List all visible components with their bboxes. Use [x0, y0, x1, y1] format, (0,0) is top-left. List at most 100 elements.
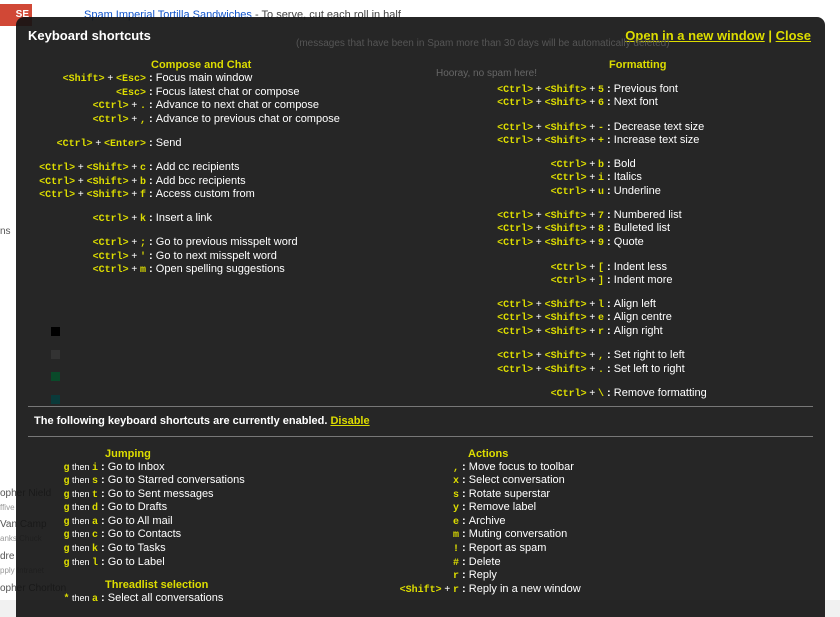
- key-label: <Ctrl>: [550, 187, 587, 198]
- key-label: <Ctrl>: [39, 177, 76, 188]
- key-label: <Ctrl>: [497, 224, 534, 235]
- shortcut-description: Numbered list: [613, 209, 682, 221]
- shortcut-description: Go to Tasks: [107, 542, 166, 554]
- colon: :: [459, 556, 469, 568]
- shortcut-row: g then i : Go to Inbox: [16, 461, 164, 475]
- key-label: <Ctrl>: [550, 389, 587, 400]
- plus-separator: +: [128, 162, 140, 173]
- shortcut-row: # : Delete: [386, 556, 501, 570]
- then-separator: then: [69, 502, 92, 512]
- plus-separator: +: [128, 100, 140, 111]
- shortcut-keys: <Ctrl> + u: [478, 185, 604, 199]
- plus-separator: +: [586, 97, 598, 108]
- colon: :: [98, 515, 108, 527]
- shortcut-keys: <Ctrl> + <Shift> + l: [478, 298, 604, 312]
- actions-heading: Actions: [468, 448, 509, 460]
- key-label: <Shift>: [544, 327, 587, 338]
- plus-separator: +: [104, 73, 116, 84]
- contact-sub: ffive: [0, 503, 15, 512]
- plus-separator: +: [533, 97, 545, 108]
- shortcut-description: Previous font: [613, 83, 678, 95]
- divider: [28, 406, 813, 407]
- shortcut-keys: <Ctrl> + <Shift> + 8: [478, 222, 604, 236]
- shortcut-keys: <Ctrl> + ,: [16, 113, 146, 127]
- shortcut-row: <Ctrl> + <Shift> + l : Align left: [478, 298, 656, 312]
- shortcut-keys: #: [386, 556, 459, 570]
- shortcut-description: Next font: [613, 96, 658, 108]
- plus-separator: +: [586, 122, 598, 133]
- then-separator: then: [69, 529, 92, 539]
- shortcut-keys: e: [386, 515, 459, 529]
- colon: :: [146, 263, 156, 275]
- shortcut-keys: g then s: [16, 474, 98, 488]
- key-label: <Enter>: [103, 139, 146, 150]
- plus-separator: +: [533, 122, 545, 133]
- shortcut-keys: <Ctrl> + ;: [16, 236, 146, 250]
- shortcut-description: Select all conversations: [107, 592, 224, 604]
- then-separator: then: [69, 516, 92, 526]
- shortcut-keys: <Ctrl> + <Shift> + 7: [478, 209, 604, 223]
- plus-separator: +: [586, 299, 598, 310]
- key-label: <Ctrl>: [550, 263, 587, 274]
- shortcut-description: Set left to right: [613, 363, 685, 375]
- shortcut-description: Italics: [613, 171, 642, 183]
- colon: :: [146, 175, 156, 187]
- plus-separator: +: [128, 264, 140, 275]
- plus-separator: +: [586, 223, 598, 234]
- key-label: <Shift>: [544, 365, 587, 376]
- colon: :: [604, 261, 614, 273]
- shortcut-description: Go to Drafts: [107, 501, 168, 513]
- shortcut-keys: <Ctrl> + \: [478, 387, 604, 401]
- plus-separator: +: [533, 350, 545, 361]
- close-link[interactable]: Close: [776, 28, 811, 43]
- shortcut-row: e : Archive: [386, 515, 505, 529]
- key-label: <Shift>: [544, 85, 587, 96]
- colon: :: [459, 515, 469, 527]
- shortcut-keys: <Ctrl> + <Shift> + .: [478, 363, 604, 377]
- key-label: <Shift>: [86, 163, 129, 174]
- colon: :: [146, 86, 156, 98]
- disable-link[interactable]: Disable: [330, 415, 369, 427]
- key-label: <Ctrl>: [92, 101, 129, 112]
- shortcut-description: Reply: [468, 569, 497, 581]
- shortcut-description: Underline: [613, 185, 661, 197]
- shortcut-description: Quote: [613, 236, 644, 248]
- colon: :: [146, 236, 156, 248]
- colon: :: [604, 121, 614, 133]
- shortcut-row: g then k : Go to Tasks: [16, 542, 166, 556]
- shortcut-keys: g then d: [16, 501, 98, 515]
- shortcut-row: * then a : Select all conversations: [16, 592, 223, 606]
- colon: :: [98, 501, 108, 513]
- shortcut-description: Advance to previous chat or compose: [155, 113, 340, 125]
- shortcut-keys: <Ctrl> + <Shift> + ,: [478, 349, 604, 363]
- shortcut-description: Focus main window: [155, 72, 253, 84]
- shortcut-row: <Shift> + r : Reply in a new window: [386, 583, 581, 597]
- shortcut-row: <Ctrl> + m : Open spelling suggestions: [16, 263, 285, 277]
- plus-separator: +: [586, 159, 598, 170]
- shortcut-keys: m: [386, 528, 459, 542]
- plus-separator: +: [441, 584, 453, 595]
- shortcut-keys: y: [386, 501, 459, 515]
- plus-separator: +: [75, 189, 87, 200]
- shortcut-keys: <Ctrl> + <Shift> + -: [478, 121, 604, 135]
- shortcut-description: Focus latest chat or compose: [155, 86, 300, 98]
- key-label: <Esc>: [115, 74, 146, 85]
- sidebar-fragment: ns: [0, 226, 11, 237]
- shortcut-keys: <Ctrl> + <Shift> + c: [16, 161, 146, 175]
- formatting-heading: Formatting: [609, 59, 667, 71]
- colon: :: [604, 158, 614, 170]
- then-separator: then: [69, 462, 92, 472]
- shortcut-keys: <Ctrl> + ': [16, 250, 146, 264]
- plus-separator: +: [586, 172, 598, 183]
- enabled-message: The following keyboard shortcuts are cur…: [34, 415, 370, 427]
- colon: :: [98, 474, 108, 486]
- shortcut-keys: r: [386, 569, 459, 583]
- shortcut-row: <Ctrl> + <Shift> + 6 : Next font: [478, 96, 658, 110]
- shortcut-row: r : Reply: [386, 569, 497, 583]
- plus-separator: +: [533, 135, 545, 146]
- colon: :: [459, 569, 469, 581]
- colon: :: [98, 592, 108, 604]
- key-label: <Ctrl>: [497, 365, 534, 376]
- shortcut-description: Align centre: [613, 311, 672, 323]
- colon: :: [146, 113, 156, 125]
